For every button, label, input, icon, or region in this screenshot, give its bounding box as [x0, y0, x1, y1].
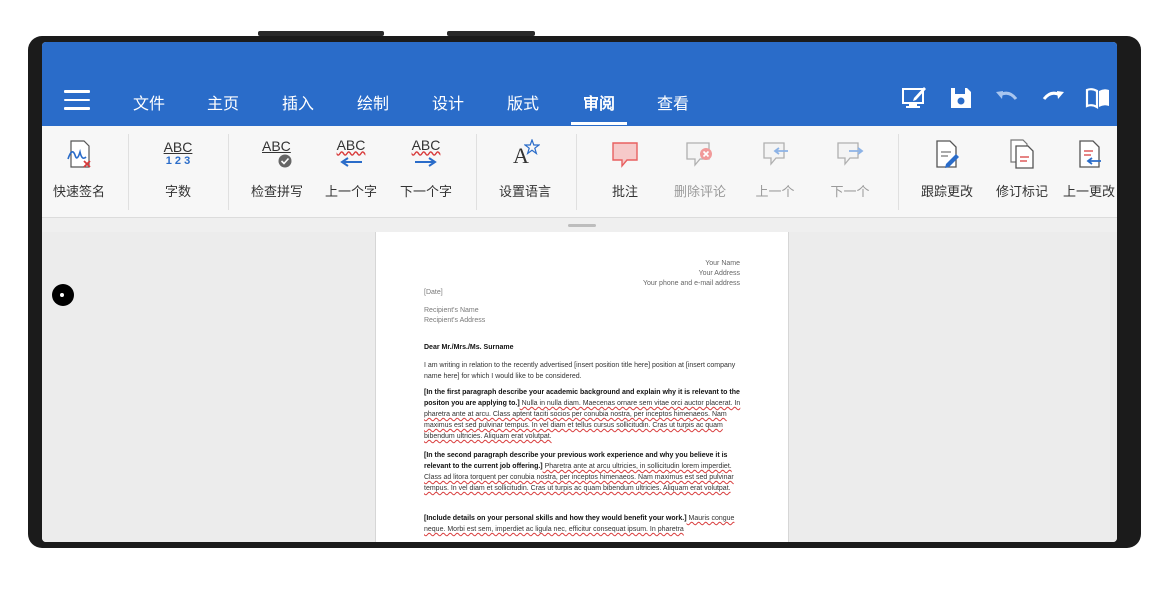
set-language-label: 设置语言	[498, 185, 551, 200]
previous-comment-icon	[763, 142, 788, 166]
digits-glyph: 1 2 3	[165, 155, 191, 167]
word-count-button[interactable]: ABC 1 2 3 字数	[141, 136, 215, 200]
track-changes-button[interactable]: 跟踪更改	[910, 136, 984, 200]
arrow-right-icon	[415, 156, 437, 167]
check-spelling-button[interactable]: ABC 检查拼写	[240, 136, 314, 200]
delete-comment-label: 删除评论	[673, 185, 726, 200]
second-paragraph: [In the second paragraph describe your p…	[424, 450, 742, 494]
tab-draw[interactable]: 绘制	[357, 90, 389, 114]
next-word-button[interactable]: ABC 下一个字	[389, 136, 463, 201]
tab-layout[interactable]: 版式	[507, 90, 539, 114]
redo-icon[interactable]	[1039, 84, 1067, 112]
language-icon: A	[488, 136, 562, 172]
abc-glyph: ABC	[411, 136, 441, 153]
intro-paragraph: I am writing in relation to the recently…	[424, 362, 736, 380]
floating-cursor-dot[interactable]	[52, 284, 74, 306]
status-bar	[42, 42, 1117, 70]
check-circle-icon	[278, 154, 292, 168]
set-language-button[interactable]: A 设置语言	[488, 136, 562, 200]
tab-view[interactable]: 查看	[657, 90, 689, 114]
third-paragraph: [Include details on your personal skills…	[424, 513, 742, 535]
arrow-left-icon	[340, 156, 362, 167]
previous-change-label: 上一更改	[1063, 185, 1116, 200]
document-canvas[interactable]: Your Name Your Address Your phone and e-…	[42, 232, 1117, 542]
tab-review[interactable]: 审阅	[583, 90, 615, 114]
third-paragraph-heading: [Include details on your personal skills…	[424, 515, 687, 522]
previous-comment-button[interactable]: 上一个	[738, 136, 812, 200]
word-count-icon: ABC 1 2 3	[141, 136, 215, 172]
save-icon[interactable]	[947, 84, 975, 112]
revision-marks-icon	[1010, 139, 1034, 169]
menu-bar: 文件 主页 插入 绘制 设计 版式 审阅 查看	[42, 70, 1117, 126]
tab-file[interactable]: 文件	[133, 90, 165, 114]
recipient-address: Recipient's Address	[424, 317, 486, 324]
tab-insert[interactable]: 插入	[282, 90, 314, 114]
track-changes-label: 跟踪更改	[920, 185, 973, 200]
signature-icon	[67, 140, 91, 168]
previous-change-icon	[1079, 140, 1101, 168]
tab-home[interactable]: 主页	[207, 90, 239, 114]
edit-screen-icon[interactable]	[900, 84, 928, 112]
quick-sign-label: 快速签名	[52, 185, 105, 200]
check-spelling-label: 检查拼写	[250, 185, 303, 200]
tab-design[interactable]: 设计	[432, 90, 464, 114]
ribbon-divider	[228, 134, 229, 210]
next-comment-label: 下一个	[830, 185, 870, 200]
comment-icon	[612, 142, 638, 168]
read-mode-icon[interactable]	[1084, 84, 1112, 112]
track-changes-icon	[936, 140, 959, 168]
ribbon-divider	[476, 134, 477, 210]
revision-marks-label: 修订标记	[995, 185, 1048, 200]
document-page[interactable]: Your Name Your Address Your phone and e-…	[375, 232, 789, 542]
ribbon-divider	[576, 134, 577, 210]
previous-change-button[interactable]: 上一更改	[1060, 136, 1117, 200]
comment-button[interactable]: 批注	[588, 136, 662, 200]
revision-marks-button[interactable]: 修订标记	[985, 136, 1059, 200]
review-ribbon: 快速签名 ABC 1 2 3 字数 ABC 检查拼写 ABC 上一个字 ABC …	[42, 126, 1117, 218]
comment-label: 批注	[611, 185, 638, 200]
next-word-label: 下一个字	[399, 185, 452, 200]
quick-sign-button[interactable]: 快速签名	[42, 136, 116, 200]
active-tab-indicator	[571, 122, 627, 125]
app-screen: 文件 主页 插入 绘制 设计 版式 审阅 查看 快速签名 ABC 1 2 3 字…	[42, 42, 1117, 542]
letter-date: [Date]	[424, 289, 443, 296]
ribbon-divider	[128, 134, 129, 210]
previous-word-button[interactable]: ABC 上一个字	[314, 136, 388, 201]
abc-glyph: ABC	[262, 138, 291, 154]
delete-comment-icon	[686, 142, 712, 167]
next-word-icon: ABC	[389, 136, 463, 172]
spellcheck-icon: ABC	[240, 136, 314, 172]
abc-glyph: ABC	[336, 136, 366, 153]
abc-glyph: ABC	[163, 139, 193, 155]
salutation: Dear Mr./Mrs./Ms. Surname	[424, 344, 514, 351]
delete-comment-button[interactable]: 删除评论	[663, 136, 737, 200]
sender-address: Your Address	[698, 270, 740, 277]
previous-word-label: 上一个字	[324, 185, 377, 200]
ribbon-divider	[898, 134, 899, 210]
previous-comment-label: 上一个	[755, 185, 795, 200]
next-comment-icon	[837, 142, 864, 166]
star-icon	[524, 139, 540, 155]
first-paragraph: [In the first paragraph describe your ac…	[424, 387, 742, 442]
undo-icon[interactable]	[993, 84, 1021, 112]
ribbon-collapse-handle[interactable]	[568, 224, 596, 227]
sender-name: Your Name	[705, 260, 740, 267]
next-comment-button[interactable]: 下一个	[813, 136, 887, 200]
hamburger-menu-icon[interactable]	[64, 90, 90, 110]
previous-word-icon: ABC	[314, 136, 388, 172]
word-count-label: 字数	[164, 185, 191, 200]
